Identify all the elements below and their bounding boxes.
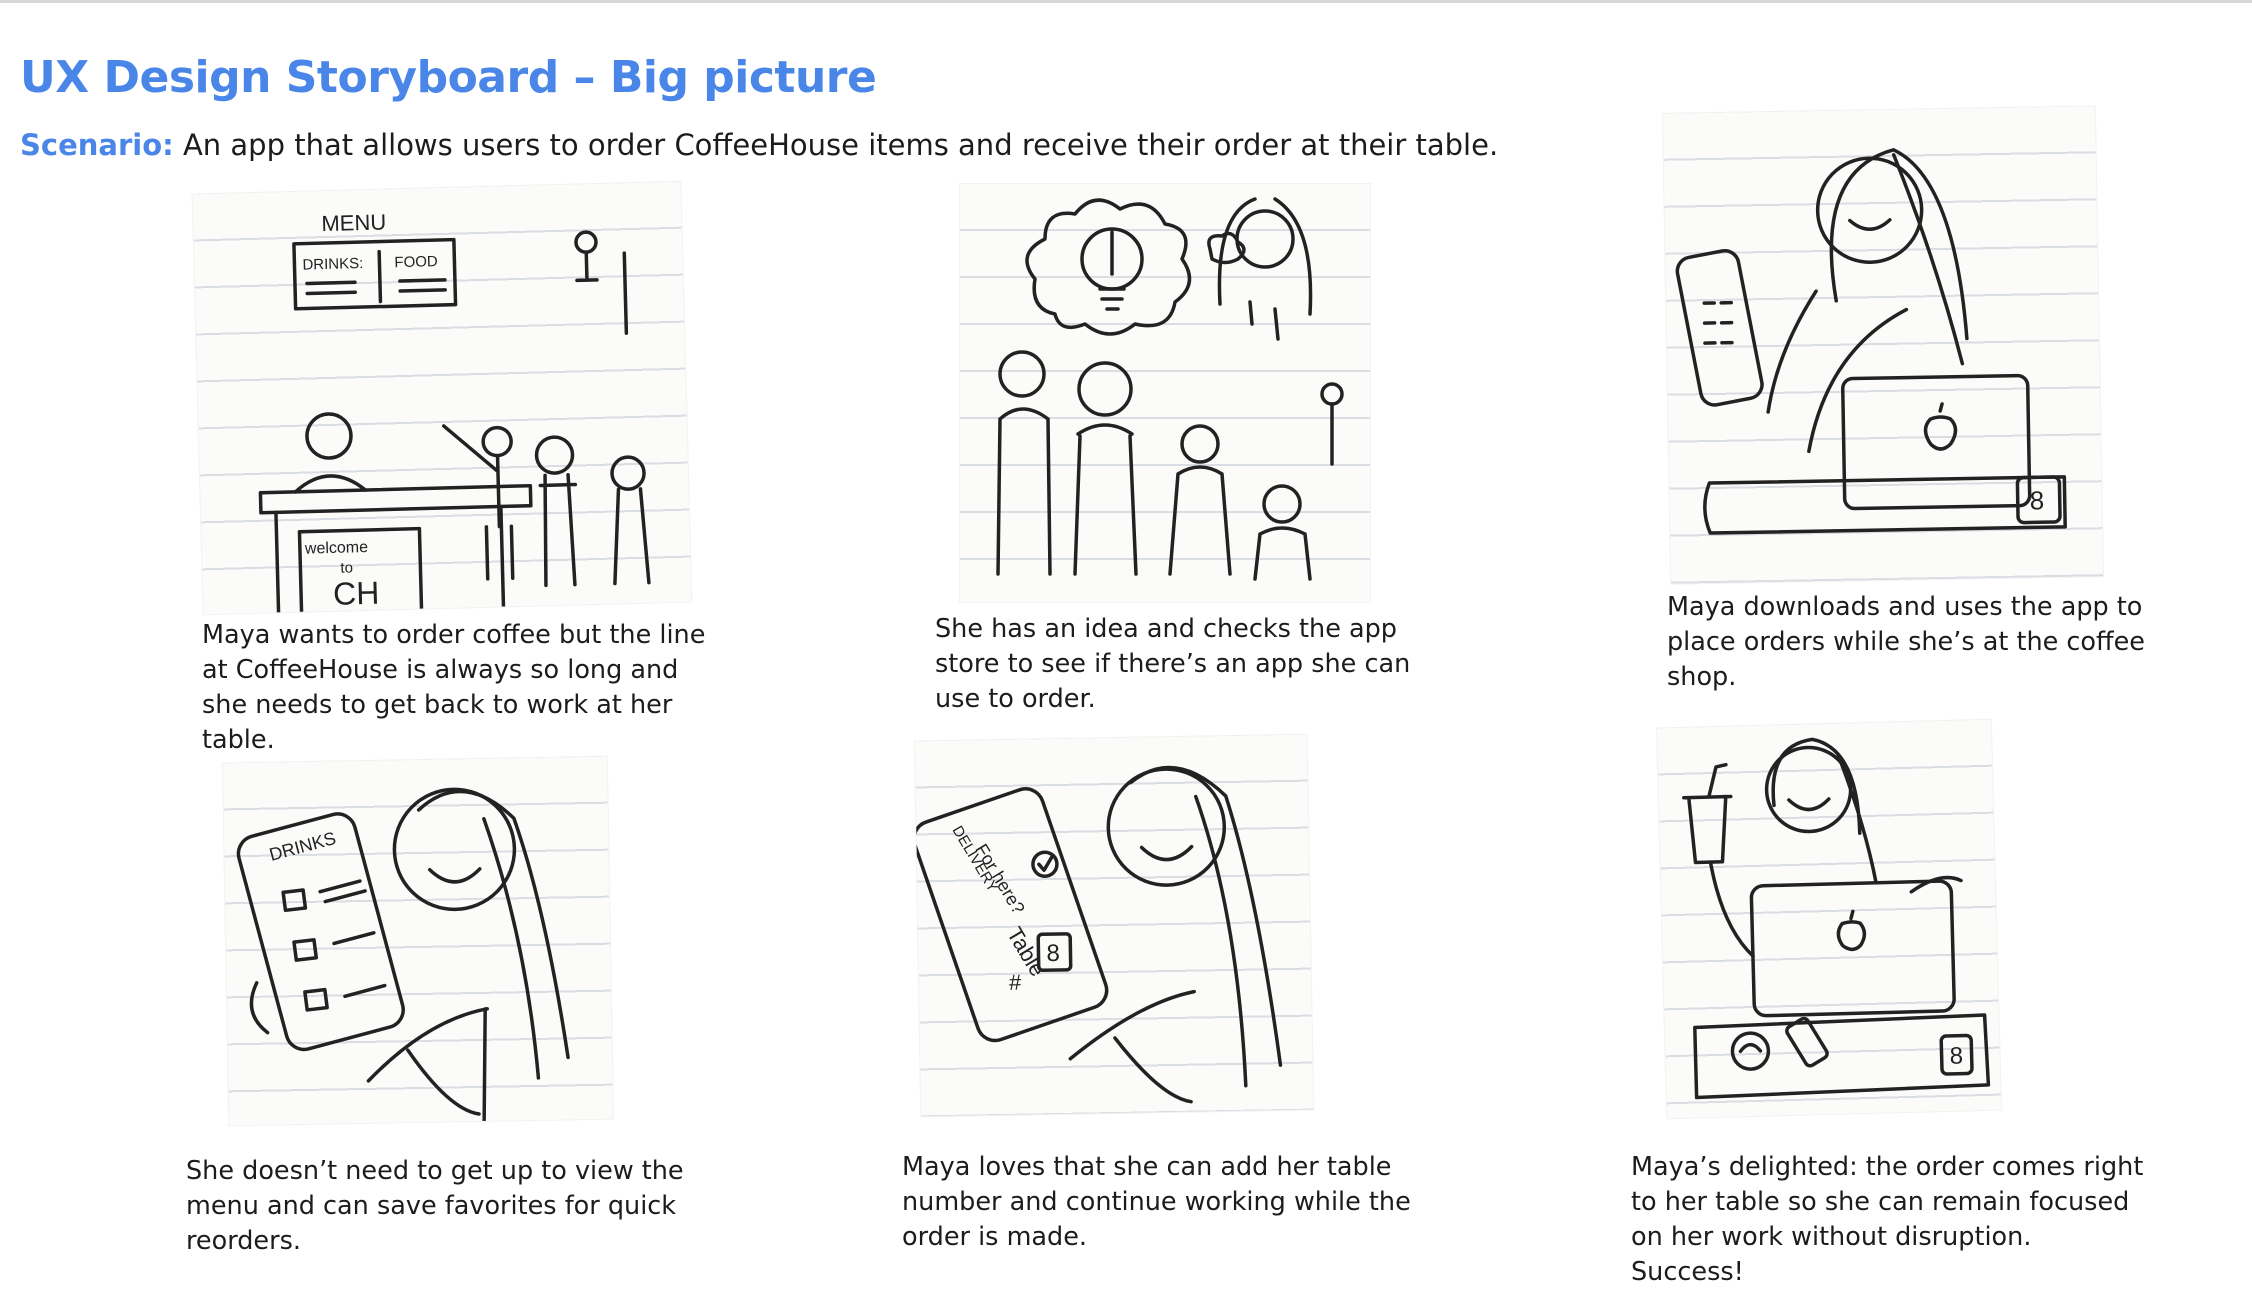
sketch-table-number-5: 8 [1046,940,1060,967]
sketch-welcome-label: welcome [304,539,369,558]
storyboard-panel-5: DELIVERY For here? Table # 8 [914,734,1314,1117]
sketch-download-app: 8 [1675,148,2067,535]
panel-3-caption: Maya downloads and uses the app to place… [1667,592,2145,692]
scenario-line: Scenario: An app that allows users to or… [20,128,1498,162]
storyboard-panel-6: 8 [1656,719,2002,1119]
panel-2-caption: She has an idea and checks the app store… [935,614,1411,714]
top-divider [0,0,2252,3]
storyboard-panel-4: DRINKS [222,756,614,1126]
scenario-label: Scenario: [20,128,174,162]
sketch-coffee-line: MENU DRINKS: FOOD welcome to CH [258,209,651,615]
storyboard-panel-2 [960,184,1370,602]
panel-1-caption: Maya wants to order coffee but the line … [202,620,706,755]
sketch-to-label: to [340,559,353,576]
sketch-drinks-label-4: DRINKS [267,828,338,865]
sketch-order-delivered: 8 [1682,737,1991,1100]
sketch-table-number: DELIVERY For here? Table # 8 [914,765,1283,1104]
storyboard-panel-1: MENU DRINKS: FOOD welcome to CH [192,181,692,615]
panel-6-caption: Maya’s delighted: the order comes right … [1631,1152,2144,1287]
sketch-menu-label: MENU [321,209,386,236]
sketch-food-label: FOOD [394,253,438,271]
sketch-idea-bulb [996,197,1344,581]
scenario-text: An app that allows users to order Coffee… [182,128,1499,162]
page-title: UX Design Storyboard – Big picture [20,52,877,103]
panel-5-caption: Maya loves that she can add her table nu… [902,1152,1411,1252]
storyboard-panel-3: 8 [1662,106,2104,584]
sketch-ch-label: CH [333,575,380,612]
sketch-hash-label: # [1009,970,1022,995]
sketch-table-number-6: 8 [1949,1043,1963,1070]
sketch-table-number-3: 8 [2029,485,2044,515]
sketch-menu-favorites: DRINKS [236,787,570,1123]
sketch-drinks-label: DRINKS: [302,255,363,274]
panel-4-caption: She doesn’t need to get up to view the m… [186,1156,684,1256]
